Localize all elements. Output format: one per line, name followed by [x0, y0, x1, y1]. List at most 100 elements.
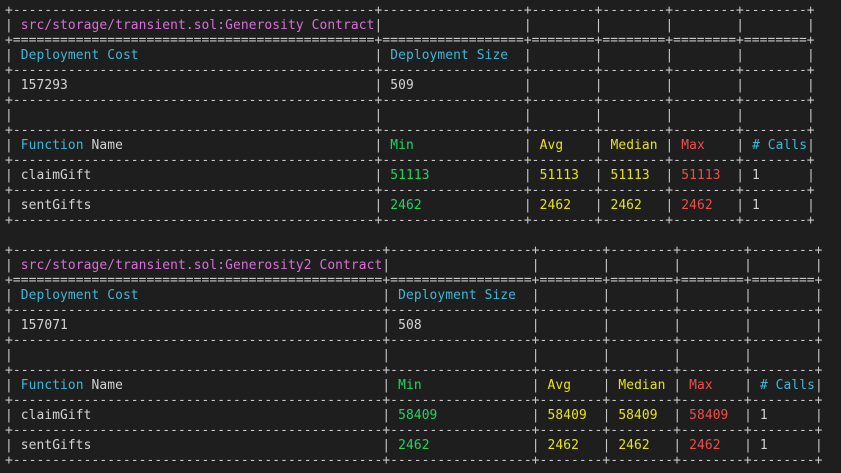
table-row: | claimGift | 51113 | 51113 | 51113 | 51…	[5, 168, 815, 183]
empty-row-cell	[540, 348, 603, 363]
empty-row-cell	[603, 108, 666, 123]
empty-row: | | | | | | |	[5, 348, 823, 363]
deployment-header-row-cell: Deployment Size	[390, 288, 532, 303]
deployment-value-row-cell	[610, 318, 673, 333]
empty-row-cell	[13, 108, 375, 123]
deployment-value-row-cell	[532, 78, 595, 93]
table-row-cell: 2462	[603, 198, 666, 213]
function-header-row-cell: Avg	[540, 378, 603, 393]
deployment-cost-header: Deployment Cost	[20, 48, 139, 63]
function-header-row-cell: Max	[681, 378, 744, 393]
function-header: Function	[20, 378, 84, 393]
function-header-row-cell: Max	[673, 138, 736, 153]
empty-row-cell	[13, 348, 382, 363]
function-name: sentGifts	[20, 438, 92, 453]
table-border: +---------------------------------------…	[5, 153, 815, 168]
table-row-cell: claimGift	[13, 408, 382, 423]
function-name: claimGift	[20, 408, 92, 423]
deployment-size-header: Deployment Size	[398, 288, 517, 303]
table-row-cell: 2462	[532, 198, 595, 213]
function-header-row-cell: Function Name	[13, 378, 383, 393]
table-border-double: +=======================================…	[5, 33, 815, 48]
deployment-header-row: | Deployment Cost | Deployment Size | | …	[5, 48, 815, 63]
contract-title-row-cell	[681, 258, 744, 273]
table-row: | sentGifts | 2462 | 2462 | 2462 | 2462 …	[5, 438, 823, 453]
max-value: 2462	[681, 198, 713, 213]
function-header-row-cell: Min	[382, 138, 524, 153]
deployment-header-row-cell	[610, 288, 673, 303]
function-header-row-cell: # Calls	[752, 378, 815, 393]
min-value: 2462	[398, 438, 430, 453]
table-border-top: +---------------------------------------…	[5, 243, 823, 258]
table-row-cell: 2462	[610, 438, 673, 453]
median-header: Median	[618, 378, 666, 393]
empty-row-cell	[744, 108, 807, 123]
contract-title-row-cell	[532, 18, 595, 33]
deployment-value-row-cell	[540, 318, 603, 333]
empty-row-cell	[382, 108, 524, 123]
table-border: +---------------------------------------…	[5, 303, 823, 318]
deployment-header-row-cell	[603, 48, 666, 63]
deployment-value-row-cell: 157071	[13, 318, 382, 333]
avg-value: 58409	[547, 408, 587, 423]
table-row-cell: sentGifts	[13, 438, 382, 453]
contract-title-row: | src/storage/transient.sol:Generosity2 …	[5, 258, 823, 273]
table-border: +---------------------------------------…	[5, 453, 823, 468]
table-row-cell: 51113	[382, 168, 524, 183]
deployment-size-value: 508	[398, 318, 422, 333]
avg-value: 2462	[539, 198, 572, 213]
empty-row-cell	[390, 348, 532, 363]
calls-header: # Calls	[752, 138, 808, 153]
avg-header: Avg	[539, 138, 564, 153]
deployment-size-header: Deployment Size	[390, 48, 509, 63]
avg-value: 2462	[547, 438, 579, 453]
deployment-header-row-cell	[681, 288, 744, 303]
table-border-double: +=======================================…	[5, 273, 823, 288]
table-border: +---------------------------------------…	[5, 393, 823, 408]
table-row-cell: 51113	[532, 168, 595, 183]
max-value: 51113	[681, 168, 721, 183]
deployment-value-row-cell	[681, 318, 744, 333]
table-border: +---------------------------------------…	[5, 183, 815, 198]
table-gap	[5, 228, 823, 243]
deployment-header-row-cell: Deployment Cost	[13, 288, 382, 303]
max-value: 2462	[689, 438, 721, 453]
deployment-value-row: | 157293 | 509 | | | | |	[5, 78, 815, 93]
contract-title-row: | src/storage/transient.sol:Generosity C…	[5, 18, 815, 33]
table-border: +---------------------------------------…	[5, 123, 815, 138]
table-row-cell: 2462	[390, 438, 532, 453]
contract-title: src/storage/transient.sol:Generosity2 Co…	[20, 258, 383, 273]
min-value: 2462	[390, 198, 422, 213]
min-value: 51113	[390, 168, 430, 183]
table-row-cell: 1	[744, 168, 807, 183]
empty-row-cell	[532, 108, 595, 123]
avg-value: 51113	[539, 168, 579, 183]
terminal-output: +---------------------------------------…	[5, 3, 823, 468]
table-row-cell: 51113	[673, 168, 736, 183]
function-header: Function	[20, 138, 84, 153]
contract-title-row-cell	[603, 18, 666, 33]
table-row-cell: 58409	[681, 408, 744, 423]
table-border: +---------------------------------------…	[5, 363, 823, 378]
table-row: | claimGift | 58409 | 58409 | 58409 | 58…	[5, 408, 823, 423]
table-row-cell: 58409	[610, 408, 673, 423]
table-border: +---------------------------------------…	[5, 213, 815, 228]
deployment-header-row-cell	[744, 48, 807, 63]
min-header: Min	[390, 138, 414, 153]
deployment-cost-value: 157293	[20, 78, 68, 93]
table-row: | sentGifts | 2462 | 2462 | 2462 | 2462 …	[5, 198, 815, 213]
deployment-cost-value: 157071	[20, 318, 68, 333]
table-row-cell: 2462	[540, 438, 603, 453]
table-row-cell: 58409	[540, 408, 603, 423]
table-row-cell: 1	[744, 198, 807, 213]
function-header-row-cell: Min	[390, 378, 532, 393]
table-row-cell: 1	[752, 408, 815, 423]
function-name: claimGift	[20, 168, 92, 183]
table-border: +---------------------------------------…	[5, 93, 815, 108]
contract-title-row-cell: src/storage/transient.sol:Generosity2 Co…	[13, 258, 383, 273]
calls-value: 1	[759, 408, 768, 423]
empty-row-cell	[752, 348, 815, 363]
min-value: 58409	[398, 408, 438, 423]
empty-row: | | | | | | |	[5, 108, 815, 123]
deployment-value-row-cell	[603, 78, 666, 93]
